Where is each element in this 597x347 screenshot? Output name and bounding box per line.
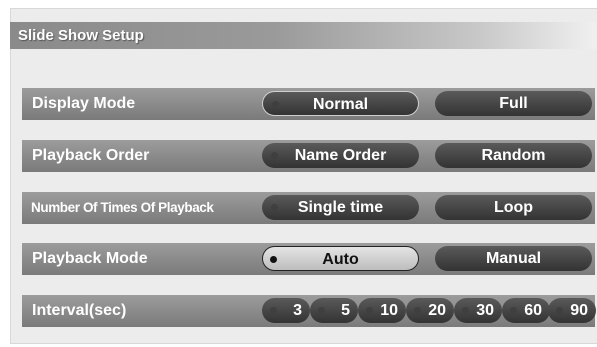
radio-dot-icon (270, 307, 277, 314)
title-bar: Slide Show Setup (10, 22, 596, 49)
interval-option-5[interactable]: 5 (310, 298, 358, 323)
option-loop[interactable]: Loop (435, 195, 592, 220)
settings-panel (10, 8, 597, 344)
radio-dot-icon (366, 307, 373, 314)
radio-dot-icon (272, 101, 279, 108)
row-label: Interval(sec) (32, 302, 127, 319)
interval-option-20[interactable]: 20 (406, 298, 454, 323)
radio-dot-icon (271, 152, 278, 159)
option-normal[interactable]: Normal (262, 91, 419, 116)
row-label: Playback Mode (32, 250, 148, 267)
option-random[interactable]: Random (435, 143, 592, 168)
option-manual[interactable]: Manual (435, 246, 592, 271)
option-full[interactable]: Full (435, 91, 592, 116)
row-label: Number Of Times Of Playback (31, 200, 214, 215)
radio-dot-icon (462, 307, 469, 314)
radio-dot-icon (318, 307, 325, 314)
interval-option-10[interactable]: 10 (358, 298, 406, 323)
row-playback-order: Playback Order Name Order Random (22, 140, 595, 172)
panel-title: Slide Show Setup (18, 27, 144, 44)
radio-dot-icon (271, 204, 278, 211)
radio-dot-icon (414, 307, 421, 314)
interval-option-3[interactable]: 3 (262, 298, 310, 323)
interval-option-90[interactable]: 90 (548, 298, 596, 323)
option-name-order[interactable]: Name Order (262, 143, 419, 168)
radio-dot-icon (510, 307, 517, 314)
row-times-of-playback: Number Of Times Of Playback Single time … (22, 192, 595, 224)
row-label: Playback Order (32, 147, 150, 164)
interval-option-30[interactable]: 30 (454, 298, 502, 323)
interval-option-60[interactable]: 60 (502, 298, 550, 323)
row-playback-mode: Playback Mode Auto Manual (22, 243, 595, 275)
row-display-mode: Display Mode Normal Full (22, 88, 595, 120)
option-auto[interactable]: Auto (262, 246, 419, 271)
radio-dot-icon (270, 256, 277, 263)
row-interval: Interval(sec) 3 5 10 20 30 60 90 (22, 295, 596, 327)
option-single-time[interactable]: Single time (262, 195, 419, 220)
radio-dot-icon (556, 307, 563, 314)
row-label: Display Mode (32, 95, 136, 112)
